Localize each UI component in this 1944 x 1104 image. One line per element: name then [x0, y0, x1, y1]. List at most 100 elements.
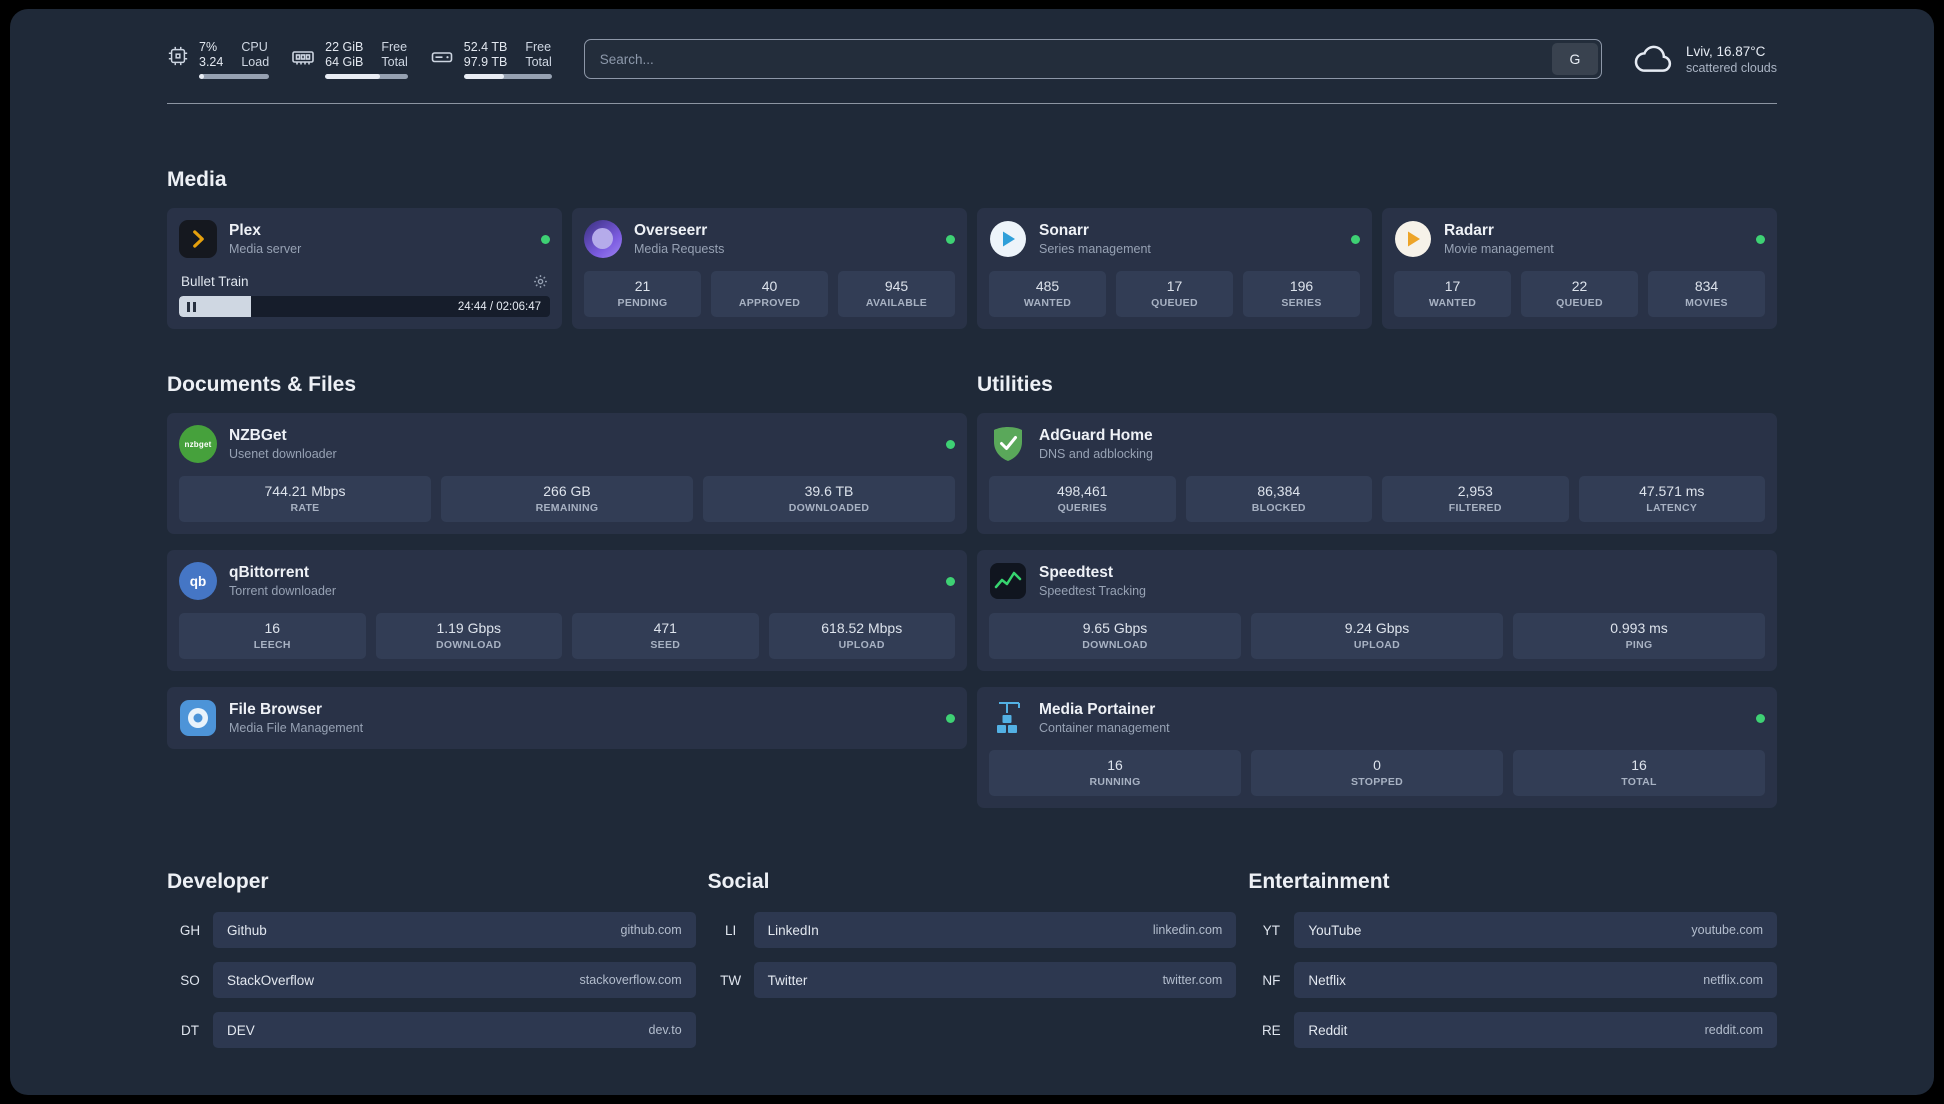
memory-total-label: Total — [381, 54, 408, 69]
speedtest-icon — [990, 563, 1026, 599]
topbar: 7% CPU 3.24 Load 22 GiB Free 64 GiB Tota… — [167, 39, 1777, 79]
weather-location: Lviv, 16.87°C — [1685, 43, 1766, 59]
cpu-usage-label: CPU — [241, 39, 268, 54]
adguard-service-link[interactable]: AdGuard Home DNS and adblocking — [989, 425, 1765, 463]
service-subtitle: Torrent downloader — [229, 584, 337, 598]
service-name: Sonarr — [1039, 222, 1089, 239]
bookmark-name: Reddit — [1308, 1022, 1348, 1038]
bookmark-name: YouTube — [1308, 922, 1362, 938]
stat-tile: 2,953 FILTERED — [1382, 476, 1569, 522]
topbar-divider — [167, 103, 1777, 104]
bookmark-url: dev.to — [648, 1023, 682, 1037]
bookmark-github[interactable]: GH Github github.com — [167, 912, 696, 948]
bookmark-group-entertainment: Entertainment YT YouTube youtube.com NF … — [1248, 870, 1777, 1048]
speedtest-card: Speedtest Speedtest Tracking 9.65 Gbps D… — [977, 550, 1777, 671]
plex-service-link[interactable]: Plex Media server — [179, 220, 550, 258]
status-dot — [946, 576, 955, 586]
service-name: qBittorrent — [229, 564, 310, 581]
service-name: Plex — [229, 222, 261, 239]
bookmark-name: StackOverflow — [227, 972, 315, 988]
cloud-icon — [1634, 45, 1672, 72]
section-documents: Documents & Files nzbget NZBGet Usenet d… — [167, 373, 967, 808]
section-utilities: Utilities AdGuard Home DNS and adblockin… — [977, 373, 1777, 808]
stat-tile: 9.24 Gbps UPLOAD — [1251, 613, 1503, 659]
weather-widget: Lviv, 16.87°C scattered clouds — [1634, 43, 1777, 75]
bookmark-dev[interactable]: DT DEV dev.to — [167, 1012, 696, 1048]
bookmark-url: github.com — [620, 923, 682, 937]
radarr-card: Radarr Movie management 17 WANTED 22 QUE… — [1382, 208, 1777, 329]
status-dot — [946, 234, 955, 244]
service-subtitle: Speedtest Tracking — [1039, 584, 1147, 598]
stat-tile: 485 WANTED — [989, 271, 1106, 317]
radarr-service-link[interactable]: Radarr Movie management — [1394, 220, 1765, 258]
playback-time: 24:44 / 02:06:47 — [457, 300, 541, 313]
filebrowser-service-link[interactable]: File Browser Media File Management — [179, 699, 955, 737]
stat-tile: 196 SERIES — [1243, 271, 1360, 317]
stat-tile: 1.19 Gbps DOWNLOAD — [375, 613, 562, 659]
memory-free-value: 22 GiB — [325, 39, 364, 54]
sonarr-service-link[interactable]: Sonarr Series management — [989, 220, 1360, 258]
stat-tile: 17 WANTED — [1394, 271, 1511, 317]
adguard-card: AdGuard Home DNS and adblocking 498,461 … — [977, 413, 1777, 534]
overseerr-service-link[interactable]: Overseerr Media Requests — [584, 220, 955, 258]
service-name: File Browser — [229, 701, 323, 718]
service-subtitle: Usenet downloader — [229, 447, 337, 461]
stat-tile: 0.993 ms PING — [1513, 613, 1765, 659]
status-dot — [541, 234, 550, 244]
speedtest-service-link[interactable]: Speedtest Speedtest Tracking — [989, 562, 1765, 600]
bookmark-abbr: YT — [1262, 922, 1280, 938]
bookmark-abbr: GH — [179, 922, 201, 938]
bookmark-url: twitter.com — [1162, 973, 1223, 987]
pause-button[interactable] — [187, 301, 196, 312]
stat-tile: 17 QUEUED — [1116, 271, 1233, 317]
service-name: Radarr — [1444, 222, 1494, 239]
bookmark-group-developer: Developer GH Github github.com SO StackO… — [167, 870, 696, 1048]
disk-usage-bar-fill — [463, 73, 505, 79]
nzbget-service-link[interactable]: nzbget NZBGet Usenet downloader — [179, 425, 955, 463]
cpu-widget: 7% CPU 3.24 Load — [167, 39, 270, 79]
stat-tile: 47.571 ms LATENCY — [1578, 476, 1765, 522]
system-resources: 7% CPU 3.24 Load 22 GiB Free 64 GiB Tota… — [167, 40, 552, 79]
cpu-usage-value: 7% — [199, 39, 218, 54]
portainer-service-link[interactable]: Media Portainer Container management — [989, 699, 1765, 737]
bookmark-url: youtube.com — [1691, 923, 1763, 937]
bookmark-abbr: RE — [1261, 1022, 1281, 1038]
status-dot — [1756, 234, 1765, 244]
disk-total-label: Total — [525, 54, 552, 69]
service-subtitle: Series management — [1039, 242, 1151, 256]
cpu-icon — [168, 46, 188, 65]
nzbget-icon: nzbget — [179, 425, 217, 463]
search-provider-button[interactable]: G — [1551, 43, 1598, 75]
developer-group-title: Developer — [167, 870, 269, 893]
dashboard: 7% CPU 3.24 Load 22 GiB Free 64 GiB Tota… — [10, 9, 1934, 1095]
overseerr-card: Overseerr Media Requests 21 PENDING 40 A… — [572, 208, 967, 329]
bookmark-url: stackoverflow.com — [579, 973, 682, 987]
memory-widget: 22 GiB Free 64 GiB Total — [291, 40, 408, 79]
stat-tile: 40 APPROVED — [711, 271, 828, 317]
stat-tile: 945 AVAILABLE — [838, 271, 955, 317]
search-input[interactable] — [587, 51, 1552, 67]
bookmark-twitter[interactable]: TW Twitter twitter.com — [708, 962, 1237, 998]
plex-icon — [179, 220, 217, 258]
bookmark-name: LinkedIn — [767, 922, 819, 938]
media-section-title: Media — [167, 168, 227, 191]
nzbget-card: nzbget NZBGet Usenet downloader 744.21 M… — [167, 413, 967, 534]
stat-tile: 9.65 Gbps DOWNLOAD — [989, 613, 1241, 659]
qbittorrent-service-link[interactable]: qb qBittorrent Torrent downloader — [179, 562, 955, 600]
gear-icon[interactable] — [533, 274, 548, 289]
bookmark-stackoverflow[interactable]: SO StackOverflow stackoverflow.com — [167, 962, 696, 998]
search-bar: G — [583, 39, 1602, 79]
bookmark-abbr: NF — [1262, 972, 1281, 988]
social-group-title: Social — [707, 870, 770, 893]
filebrowser-icon — [180, 700, 216, 736]
bookmark-linkedin[interactable]: LI LinkedIn linkedin.com — [708, 912, 1237, 948]
bookmark-youtube[interactable]: YT YouTube youtube.com — [1248, 912, 1777, 948]
service-subtitle: DNS and adblocking — [1039, 447, 1153, 461]
bookmark-name: Twitter — [767, 972, 808, 988]
service-subtitle: Media Requests — [634, 242, 725, 256]
bookmark-netflix[interactable]: NF Netflix netflix.com — [1248, 962, 1777, 998]
bookmark-abbr: DT — [181, 1022, 199, 1038]
service-subtitle: Movie management — [1444, 242, 1554, 256]
bookmark-reddit[interactable]: RE Reddit reddit.com — [1248, 1012, 1777, 1048]
overseerr-icon — [584, 220, 622, 258]
